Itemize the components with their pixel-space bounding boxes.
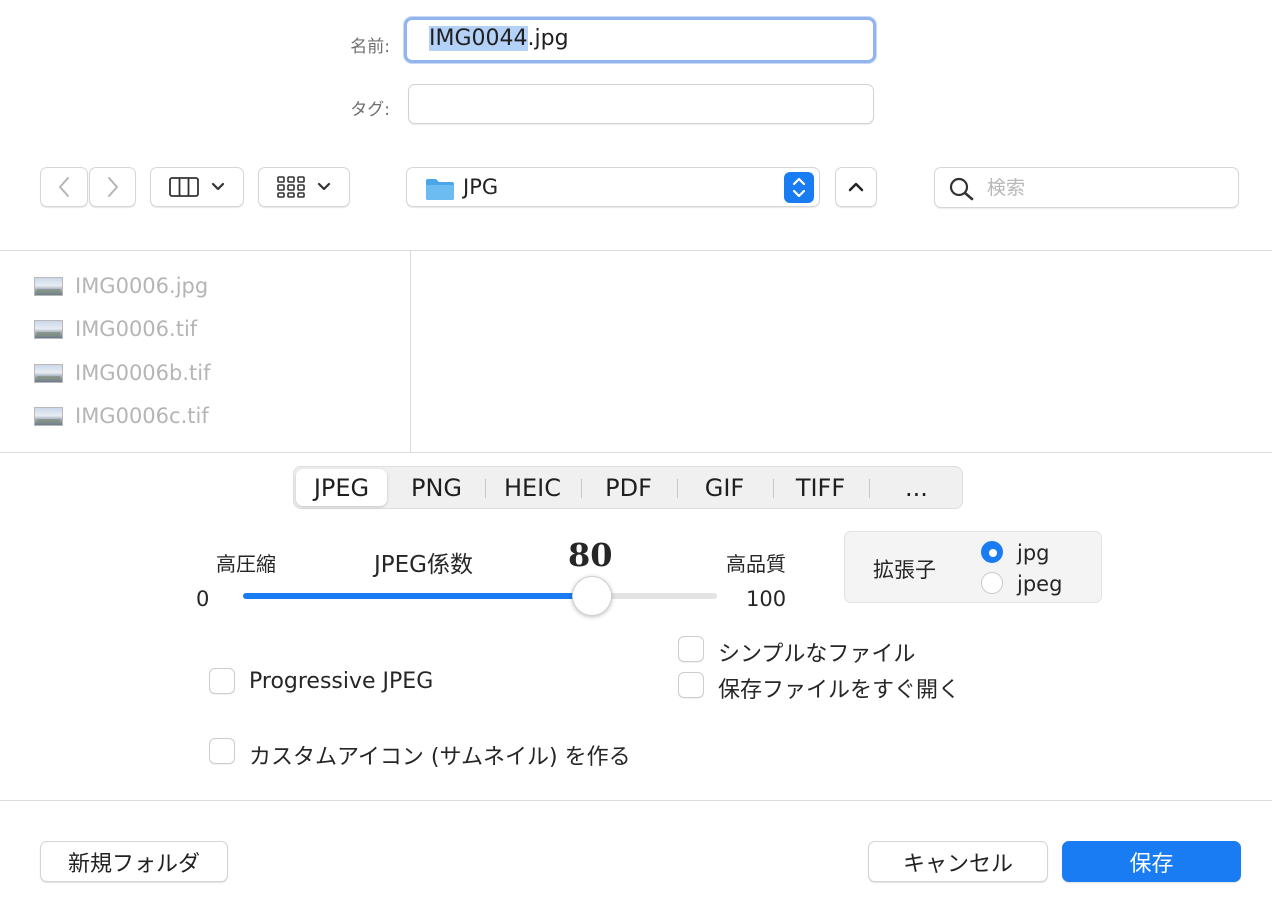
jpeg-quality-value: 80 bbox=[568, 536, 613, 574]
image-file-icon bbox=[34, 406, 63, 426]
columns-view-icon bbox=[169, 177, 199, 197]
list-item[interactable]: IMG0006b.tif bbox=[34, 358, 211, 388]
filename-field[interactable]: IMG0044.jpg bbox=[404, 17, 876, 63]
back-button[interactable] bbox=[40, 167, 88, 207]
file-name: IMG0006.jpg bbox=[75, 274, 209, 298]
image-file-icon bbox=[34, 276, 63, 296]
filename-extension-text: .jpg bbox=[527, 26, 569, 51]
slider-min-label: 0 bbox=[196, 587, 210, 611]
tag-field[interactable] bbox=[408, 84, 874, 124]
high-quality-label: 高品質 bbox=[726, 552, 786, 576]
progressive-jpeg-checkbox[interactable] bbox=[209, 668, 235, 694]
progressive-jpeg-label[interactable]: Progressive JPEG bbox=[249, 669, 433, 694]
segment-divider bbox=[581, 479, 582, 498]
image-file-icon bbox=[34, 363, 63, 383]
format-segment-pdf[interactable]: PDF bbox=[583, 467, 674, 508]
file-name: IMG0006b.tif bbox=[75, 361, 211, 385]
low-quality-label: 高圧縮 bbox=[216, 552, 276, 576]
folder-icon bbox=[426, 179, 454, 200]
segment-divider bbox=[773, 479, 774, 498]
quality-slider-knob[interactable] bbox=[572, 576, 612, 616]
format-segment-tiff[interactable]: TIFF bbox=[775, 467, 866, 508]
search-field[interactable] bbox=[934, 167, 1239, 208]
search-icon bbox=[949, 177, 974, 201]
list-item[interactable]: IMG0006.jpg bbox=[34, 271, 208, 301]
parent-folder-button[interactable] bbox=[835, 167, 877, 207]
file-name: IMG0006c.tif bbox=[75, 404, 209, 428]
file-list: IMG0006.jpg IMG0006.tif IMG0006b.tif IMG… bbox=[0, 252, 410, 452]
custom-icon-label[interactable]: カスタムアイコン (サムネイル) を作る bbox=[249, 739, 631, 771]
simple-file-checkbox[interactable] bbox=[678, 636, 704, 662]
icon-grid-view-icon bbox=[277, 176, 305, 198]
popup-stepper-icon bbox=[784, 172, 814, 203]
view-columns-button[interactable] bbox=[150, 167, 244, 207]
divider bbox=[0, 452, 1272, 453]
chevron-up-icon bbox=[848, 182, 864, 192]
radio-jpg-label[interactable]: jpg bbox=[1017, 541, 1050, 565]
tag-label: タグ: bbox=[350, 100, 390, 120]
file-name: IMG0006.tif bbox=[75, 317, 198, 341]
format-segment-more[interactable]: ... bbox=[871, 467, 962, 508]
format-segment-png[interactable]: PNG bbox=[391, 467, 482, 508]
format-segment-gif[interactable]: GIF bbox=[679, 467, 770, 508]
chevron-left-icon bbox=[59, 177, 69, 197]
view-grid-button[interactable] bbox=[258, 167, 350, 207]
segment-divider bbox=[677, 479, 678, 498]
simple-file-label[interactable]: シンプルなファイル bbox=[718, 636, 915, 668]
cancel-button[interactable]: キャンセル bbox=[868, 841, 1048, 882]
format-segment-heic[interactable]: HEIC bbox=[487, 467, 578, 508]
forward-button[interactable] bbox=[89, 167, 136, 207]
extension-group: 拡張子 jpg jpeg bbox=[844, 531, 1102, 603]
search-input[interactable] bbox=[987, 174, 1227, 202]
extension-label: 拡張子 bbox=[873, 558, 936, 582]
slider-max-label: 100 bbox=[746, 587, 787, 611]
chevron-down-icon bbox=[317, 182, 331, 191]
chevron-right-icon bbox=[107, 177, 118, 197]
new-folder-button[interactable]: 新規フォルダ bbox=[40, 841, 228, 882]
filename-selected-text: IMG0044 bbox=[429, 26, 528, 51]
jpeg-quality-title: JPEG係数 bbox=[374, 552, 474, 578]
custom-icon-checkbox[interactable] bbox=[209, 738, 235, 764]
name-label: 名前: bbox=[350, 37, 390, 57]
radio-jpg[interactable] bbox=[981, 541, 1003, 563]
list-item[interactable]: IMG0006.tif bbox=[34, 314, 197, 344]
format-segmented-control: JPEG PNG HEIC PDF GIF TIFF ... bbox=[293, 466, 963, 509]
image-file-icon bbox=[34, 319, 63, 339]
radio-jpeg[interactable] bbox=[981, 572, 1003, 594]
chevron-down-icon bbox=[211, 182, 225, 191]
format-segment-jpeg[interactable]: JPEG bbox=[296, 469, 387, 506]
column-divider bbox=[410, 251, 411, 452]
location-label: JPG bbox=[463, 175, 499, 199]
save-button[interactable]: 保存 bbox=[1062, 841, 1241, 882]
radio-jpeg-label[interactable]: jpeg bbox=[1017, 572, 1062, 596]
open-after-save-label[interactable]: 保存ファイルをすぐ開く bbox=[718, 672, 960, 704]
divider bbox=[0, 800, 1272, 801]
divider bbox=[0, 250, 1272, 251]
list-item[interactable]: IMG0006c.tif bbox=[34, 401, 209, 431]
quality-slider-fill bbox=[243, 593, 592, 599]
open-after-save-checkbox[interactable] bbox=[678, 672, 704, 698]
save-dialog: 名前: IMG0044.jpg タグ: JPG 検索 IMG0006.jpg I… bbox=[0, 0, 1272, 915]
location-popup[interactable]: JPG bbox=[406, 167, 820, 207]
segment-divider bbox=[869, 479, 870, 498]
quality-slider-track[interactable] bbox=[243, 593, 717, 599]
segment-divider bbox=[485, 479, 486, 498]
